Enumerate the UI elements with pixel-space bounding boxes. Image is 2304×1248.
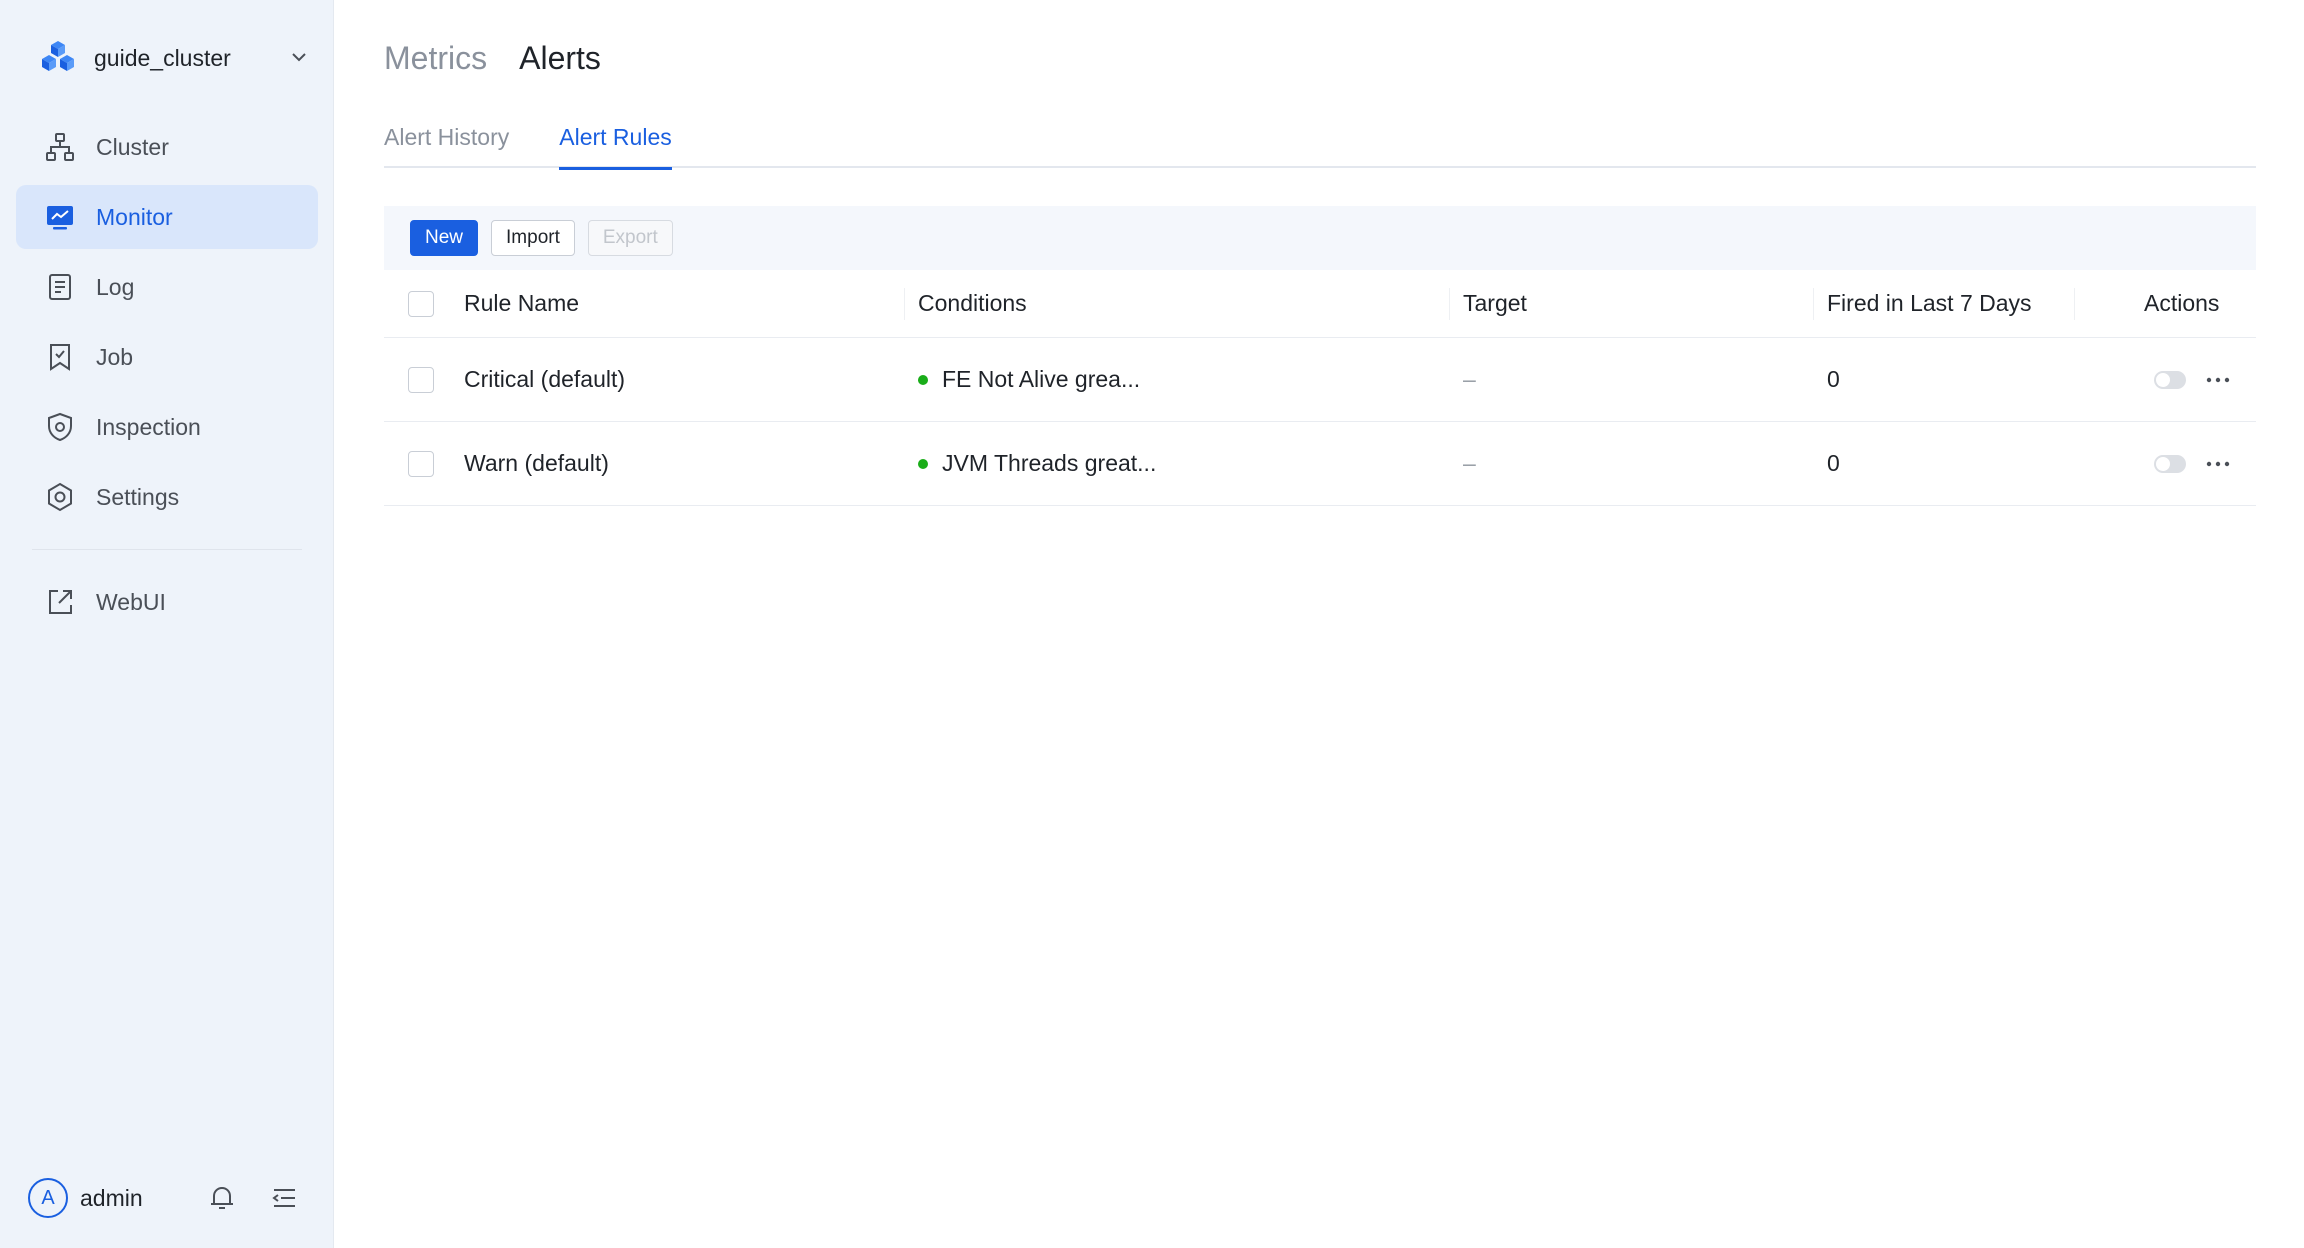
rule-fired-count: 0 [1827, 366, 1840, 392]
sidebar-item-label: Inspection [96, 413, 201, 440]
sidebar-item-label: WebUI [96, 588, 166, 615]
toolbar: New Import Export [384, 206, 2256, 270]
sidebar-item-job[interactable]: Job [16, 325, 318, 389]
sidebar-item-label: Cluster [96, 133, 169, 160]
sidebar-item-monitor[interactable]: Monitor [16, 185, 318, 249]
settings-icon [44, 481, 76, 513]
breadcrumb-metrics[interactable]: Metrics [384, 40, 487, 77]
status-dot [918, 374, 928, 385]
new-button[interactable]: New [410, 220, 479, 256]
rule-target: – [1463, 450, 1476, 476]
rule-name: Critical (default) [464, 366, 626, 392]
sidebar-nav: Cluster Monitor Log Job Inspection Setti… [16, 115, 318, 640]
sidebar-item-inspection[interactable]: Inspection [16, 395, 318, 459]
header-target: Target [1463, 290, 1527, 316]
rule-target: – [1463, 366, 1476, 392]
header-rule-name: Rule Name [464, 290, 580, 316]
sidebar-item-label: Log [96, 273, 135, 300]
user-bar: A admin [28, 1176, 306, 1220]
user-name: admin [80, 1184, 143, 1211]
table-header: Rule Name Conditions Target Fired in Las… [384, 270, 2256, 338]
main-content: Metrics Alerts Alert History Alert Rules… [384, 0, 2256, 1248]
collapse-sidebar-icon[interactable] [268, 1182, 300, 1214]
tab-bar: Alert History Alert Rules [384, 124, 2256, 170]
more-icon[interactable] [2204, 452, 2232, 476]
more-icon[interactable] [2204, 368, 2232, 392]
tab-alert-rules[interactable]: Alert Rules [559, 124, 673, 170]
column-divider [1449, 288, 1450, 320]
alert-rules-table: Rule Name Conditions Target Fired in Las… [384, 270, 2256, 506]
rule-enable-toggle[interactable] [2154, 454, 2186, 473]
row-actions [2144, 338, 2232, 421]
job-icon [44, 341, 76, 373]
rule-enable-toggle[interactable] [2154, 370, 2186, 389]
rule-condition: FE Not Alive grea... [918, 338, 1140, 421]
monitor-icon [44, 201, 76, 233]
condition-text: JVM Threads great... [942, 450, 1157, 476]
cluster-logo-icon [42, 41, 74, 71]
avatar[interactable]: A [28, 1178, 68, 1218]
sidebar-item-label: Settings [96, 483, 180, 510]
sidebar-item-settings[interactable]: Settings [16, 465, 318, 529]
sidebar-item-cluster[interactable]: Cluster [16, 115, 318, 179]
row-checkbox[interactable] [408, 450, 434, 477]
column-divider [2074, 288, 2075, 320]
inspection-icon [44, 411, 76, 443]
nav-divider [32, 549, 302, 550]
status-dot [918, 458, 928, 469]
breadcrumb: Metrics Alerts [384, 40, 601, 77]
sidebar-item-label: Monitor [96, 203, 173, 230]
table-row: Critical (default) FE Not Alive grea... … [384, 338, 2256, 422]
log-icon [44, 271, 76, 303]
cluster-name: guide_cluster [94, 44, 231, 71]
cluster-icon [44, 131, 76, 163]
sidebar-item-log[interactable]: Log [16, 255, 318, 319]
column-divider [904, 288, 905, 320]
tab-alert-history[interactable]: Alert History [384, 124, 509, 168]
rule-fired-count: 0 [1827, 450, 1840, 476]
rule-name: Warn (default) [464, 450, 609, 476]
page-title: Alerts [519, 40, 601, 76]
external-link-icon [44, 586, 76, 618]
sidebar-item-webui[interactable]: WebUI [16, 570, 318, 634]
header-actions: Actions [2144, 290, 2220, 316]
chevron-down-icon [292, 53, 306, 62]
sidebar: guide_cluster Cluster Monitor Log Job In… [0, 0, 334, 1248]
row-actions [2144, 422, 2232, 505]
condition-text: FE Not Alive grea... [942, 366, 1141, 392]
table-row: Warn (default) JVM Threads great... – 0 [384, 422, 2256, 506]
import-button[interactable]: Import [491, 220, 575, 256]
select-all-checkbox[interactable] [408, 290, 434, 317]
sidebar-item-label: Job [96, 343, 134, 370]
header-fired: Fired in Last 7 Days [1827, 290, 2032, 316]
row-checkbox[interactable] [408, 366, 434, 393]
cluster-selector[interactable]: guide_cluster [38, 36, 310, 80]
column-divider [1813, 288, 1814, 320]
export-button: Export [587, 220, 673, 256]
bell-icon[interactable] [206, 1182, 238, 1214]
rule-condition: JVM Threads great... [918, 422, 1156, 505]
header-conditions: Conditions [918, 290, 1027, 316]
